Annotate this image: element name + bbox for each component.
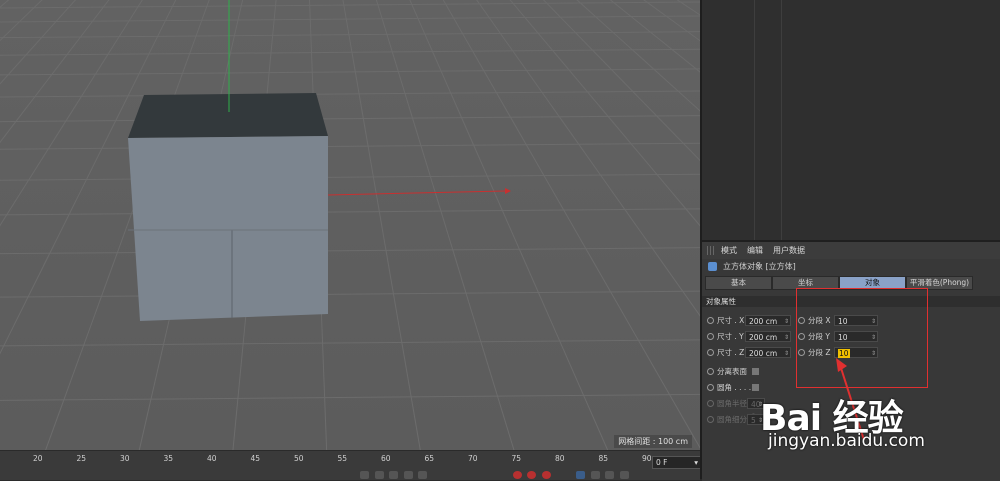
- viewport-scene: [0, 0, 700, 450]
- rotate-key-icon[interactable]: [605, 471, 615, 479]
- x-axis: [327, 190, 506, 196]
- menu-mode[interactable]: 模式: [721, 245, 737, 256]
- ruler-tick-label: 20: [33, 454, 43, 463]
- ruler-tick-label: 50: [294, 454, 304, 463]
- size-y-row: 尺寸 . Y 200 cm: [707, 330, 791, 343]
- object-title-row: 立方体对象 [立方体]: [702, 259, 1000, 274]
- fillet-subdiv-anim-icon: [707, 416, 714, 423]
- current-frame-field[interactable]: 0 F: [652, 456, 701, 469]
- menu-edit[interactable]: 编辑: [747, 245, 763, 256]
- size-y-label: 尺寸 . Y: [717, 332, 744, 341]
- timeline[interactable]: 20 25 30 35 40 45 50 55 60 65 70 75 80 85 90 0 F: [0, 450, 701, 480]
- size-x-row: 尺寸 . X 200 cm: [707, 314, 791, 327]
- fillet-label: 圆角 . . . .: [717, 383, 752, 392]
- ground-grid: [0, 0, 700, 450]
- highlight-box: [796, 288, 928, 388]
- record-icon[interactable]: [512, 471, 522, 479]
- size-z-field[interactable]: 200 cm: [745, 347, 791, 359]
- ruler-tick-label: 90: [642, 454, 652, 463]
- fillet-radius-anim-icon: [707, 400, 714, 407]
- ruler-tick-label: 80: [555, 454, 565, 463]
- grid-spacing-label: 网格间距 : 100 cm: [614, 435, 692, 448]
- ruler-tick-label: 85: [598, 454, 609, 463]
- play-icon[interactable]: [389, 471, 399, 479]
- watermark-url: jingyan.baidu.com: [768, 431, 925, 451]
- ruler-tick-label: 30: [120, 454, 130, 463]
- 3d-viewport[interactable]: 网格间距 : 100 cm: [0, 0, 700, 450]
- attribute-menubar: 模式 编辑 用户数据: [702, 242, 1000, 259]
- watermark: Bai 经验 jingyan.baidu.com: [760, 389, 925, 451]
- cube-icon: [708, 262, 717, 271]
- ruler-tick-label: 60: [381, 454, 391, 463]
- cube-front-face: [128, 136, 328, 321]
- ruler-tick-label: 40: [207, 454, 217, 463]
- size-x-field[interactable]: 200 cm: [745, 315, 791, 327]
- param-key-icon[interactable]: [620, 471, 630, 479]
- size-x-anim-icon[interactable]: [707, 317, 714, 324]
- keyframe-select-icon[interactable]: [541, 471, 551, 479]
- object-manager-column-2: [754, 0, 782, 240]
- size-z-row: 尺寸 . Z 200 cm: [707, 346, 791, 359]
- fillet-anim-icon[interactable]: [707, 384, 714, 391]
- scale-key-icon[interactable]: [590, 471, 600, 479]
- fillet-checkbox[interactable]: [752, 384, 759, 391]
- fillet-subdiv-row: 圆角细分 5: [707, 413, 765, 426]
- prev-frame-icon[interactable]: [374, 471, 384, 479]
- ruler-tick-label: 75: [511, 454, 522, 463]
- separate-anim-icon[interactable]: [707, 368, 714, 375]
- separate-surfaces-row: 分离表面: [707, 365, 759, 378]
- ruler-tick-label: 70: [468, 454, 478, 463]
- size-y-anim-icon[interactable]: [707, 333, 714, 340]
- size-x-label: 尺寸 . X: [717, 316, 745, 325]
- separate-surfaces-label: 分离表面: [717, 367, 747, 376]
- fillet-subdiv-label: 圆角细分: [717, 415, 747, 424]
- autokey-icon[interactable]: [527, 471, 537, 479]
- ruler-tick-label: 35: [163, 454, 174, 463]
- ruler-tick-label: 55: [337, 454, 348, 463]
- size-z-anim-icon[interactable]: [707, 349, 714, 356]
- grip-icon[interactable]: [707, 246, 715, 255]
- cube-top-face: [128, 93, 328, 138]
- next-frame-icon[interactable]: [403, 471, 413, 479]
- ruler-tick-label: 65: [424, 454, 435, 463]
- fillet-radius-label: 圆角半径: [717, 399, 747, 408]
- ruler-tick-label: 45: [250, 454, 261, 463]
- separate-surfaces-checkbox[interactable]: [752, 368, 759, 375]
- move-key-icon[interactable]: [576, 471, 586, 479]
- ruler-tick-label: 25: [76, 454, 87, 463]
- fillet-row: 圆角 . . . .: [707, 381, 759, 394]
- go-end-icon[interactable]: [418, 471, 428, 479]
- object-manager-column-1: [702, 0, 755, 240]
- size-y-field[interactable]: 200 cm: [745, 331, 791, 343]
- fillet-radius-row: 圆角半径 40 c: [707, 397, 765, 420]
- size-z-label: 尺寸 . Z: [717, 348, 745, 357]
- go-start-icon[interactable]: [360, 471, 369, 479]
- tab-basic[interactable]: 基本: [705, 276, 772, 290]
- menu-user-data[interactable]: 用户数据: [773, 245, 805, 256]
- object-title: 立方体对象 [立方体]: [723, 262, 796, 271]
- x-axis-arrowhead: [505, 188, 511, 194]
